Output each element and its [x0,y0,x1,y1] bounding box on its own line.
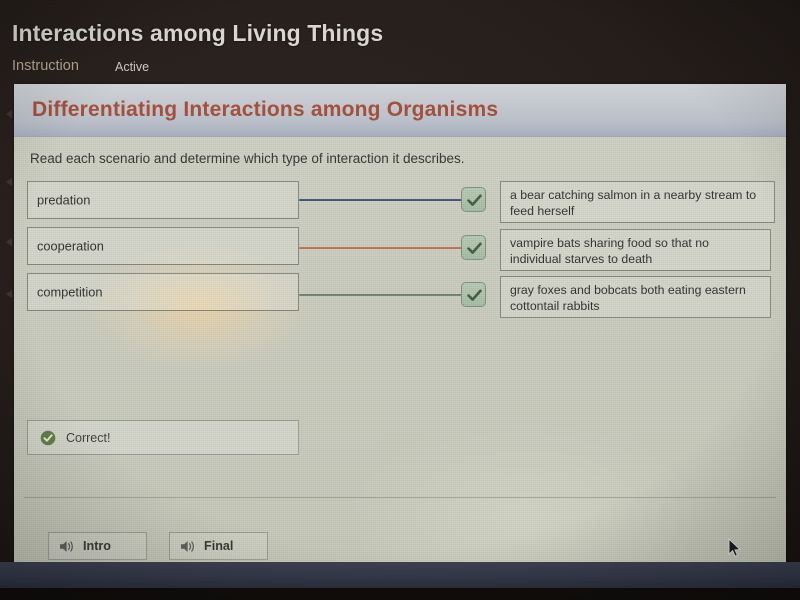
connector-line-competition [299,294,467,296]
audio-button-label: Final [204,539,234,553]
tab-active[interactable]: Active [115,60,149,74]
lesson-banner: Differentiating Interactions among Organ… [14,84,786,138]
term-box-competition[interactable]: competition [27,273,299,311]
scenario-box-vampire-bats[interactable]: vampire bats sharing food so that no ind… [500,229,771,271]
term-label: competition [37,284,103,300]
instructions-text: Read each scenario and determine which t… [30,151,465,166]
feedback-text: Correct! [66,430,111,445]
scenario-box-bear[interactable]: a bear catching salmon in a nearby strea… [500,181,775,223]
footer-divider [24,497,776,498]
activity-body: Read each scenario and determine which t… [14,137,786,600]
speaker-icon [60,541,73,552]
term-label: predation [37,192,91,208]
content-panel: Differentiating Interactions among Organ… [14,84,786,600]
screen: Interactions among Living Things Instruc… [0,0,800,600]
audio-button-label: Intro [83,539,111,553]
check-circle-icon [40,430,56,446]
term-box-predation[interactable]: predation [27,181,299,219]
match-check-badge[interactable] [461,282,486,307]
connector-line-predation [299,199,467,201]
match-check-badge[interactable] [461,235,486,260]
bezel-mark-icon [6,110,12,118]
audio-button-intro[interactable]: Intro [48,532,147,560]
mouse-pointer-icon [728,538,742,557]
feedback-box: Correct! [27,420,299,455]
bezel-mark-icon [6,178,12,186]
audio-button-final[interactable]: Final [169,532,268,560]
bezel-mark-icon [6,238,12,246]
bezel-mark-icon [6,290,12,298]
match-check-badge[interactable] [461,187,486,212]
scenario-box-gray-foxes[interactable]: gray foxes and bobcats both eating easte… [500,276,771,318]
term-box-cooperation[interactable]: cooperation [27,227,299,265]
page-title: Interactions among Living Things [12,20,384,46]
tab-instruction[interactable]: Instruction [12,58,79,74]
bottom-band [0,562,800,588]
term-label: cooperation [37,238,104,254]
connector-line-cooperation [299,247,467,249]
check-icon [467,194,482,206]
check-icon [467,289,482,301]
lesson-title: Differentiating Interactions among Organ… [32,98,499,121]
check-icon [467,242,482,254]
bottom-edge [0,588,800,600]
page-header: Interactions among Living Things Instruc… [0,0,800,82]
speaker-icon [181,541,194,552]
